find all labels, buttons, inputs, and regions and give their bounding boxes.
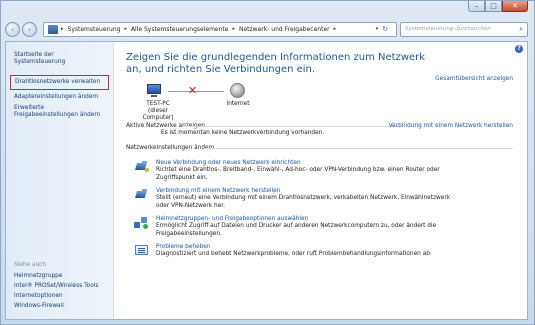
page-title: Zeigen Sie die grundlegenden Information… <box>126 52 426 75</box>
homegroup-sharing-link[interactable]: Heimnetzgruppen- und Freigabeoptionen au… <box>156 215 517 223</box>
connect-network-link[interactable]: Verbindung mit einem Netzwerk herstellen <box>389 123 513 129</box>
main-panel: ? Zeigen Sie die grundlegenden Informati… <box>114 42 527 319</box>
search-placeholder: Systemsteuerung durchsuchen <box>405 26 491 32</box>
computer-icon <box>146 84 164 98</box>
breadcrumb-separator-icon[interactable]: ▸ <box>124 26 127 32</box>
minimize-button[interactable]: – <box>468 1 485 12</box>
task-item: Heimnetzgruppen- und Freigabeoptionen au… <box>126 215 517 239</box>
divider <box>204 148 513 149</box>
breadcrumb-network-center[interactable]: Netzwerk- und Freigabecenter <box>239 26 330 33</box>
help-icon[interactable]: ? <box>515 45 523 53</box>
see-also-section: Siehe auch Heimnetzgruppe Intel® PROSet/… <box>6 260 113 311</box>
troubleshoot-link[interactable]: Probleme beheben <box>156 243 517 251</box>
see-also-proset[interactable]: Intel® PROSet/Wireless Tools <box>6 281 113 291</box>
task-description: Ermöglicht Zugriff auf Dateien und Druck… <box>156 223 437 237</box>
breadcrumb-separator-icon[interactable]: ▸ <box>232 26 235 32</box>
task-item: Neue Verbindung oder neues Netzwerk einr… <box>126 159 517 183</box>
disconnected-icon: ✕ <box>188 84 198 97</box>
navigation-bar: ‹ › ▸ Systemsteuerung ▸ Alle Systemsteue… <box>5 19 528 39</box>
new-connection-link[interactable]: Neue Verbindung oder neues Netzwerk einr… <box>156 159 517 167</box>
sidebar-item-adapter-settings[interactable]: Adaptereinstellungen ändern <box>6 92 113 103</box>
settings-section-label: Netzwerkeinstellungen ändern <box>126 145 215 151</box>
computer-label: TEST-PC (dieser Computer) <box>134 101 182 122</box>
task-item: Verbindung mit einem Netzwerk herstellen… <box>126 187 517 211</box>
control-panel-icon <box>48 24 58 34</box>
close-button[interactable]: ✕ <box>502 1 528 12</box>
computer-name: TEST-PC <box>146 101 170 107</box>
breadcrumb-all-items[interactable]: Alle Systemsteuerungselemente <box>131 26 229 33</box>
sidebar-item-home[interactable]: Startseite der Systemsteuerung <box>6 50 113 68</box>
task-description: Richtet eine Drahtlos-, Breitband-, Einw… <box>156 167 440 181</box>
see-also-homegroup[interactable]: Heimnetzgruppe <box>6 271 113 281</box>
task-item: Probleme beheben Diagnostiziert und behe… <box>126 243 517 267</box>
breadcrumb-systemsteuerung[interactable]: Systemsteuerung <box>68 26 121 33</box>
see-also-heading: Siehe auch <box>14 262 47 268</box>
sidebar-item-advanced-sharing[interactable]: Erweiterte Freigabeeinstellungen ändern <box>6 103 113 121</box>
task-description: Diagnostiziert und behebt Netzwerkproble… <box>156 251 432 257</box>
settings-section-header: Netzwerkeinstellungen ändern <box>126 145 517 155</box>
chevron-down-icon[interactable]: ▾ <box>376 26 379 32</box>
see-also-firewall[interactable]: Windows-Firewall <box>6 301 113 311</box>
forward-button[interactable]: › <box>22 21 37 37</box>
maximize-button[interactable]: □ <box>485 1 502 12</box>
window-controls: – □ ✕ <box>468 1 528 12</box>
homegroup-sharing-icon[interactable] <box>134 216 150 230</box>
content-area: Startseite der Systemsteuerung Drahtlosn… <box>5 41 528 320</box>
connect-to-network-link[interactable]: Verbindung mit einem Netzwerk herstellen <box>156 187 517 195</box>
internet-globe-icon <box>230 83 245 98</box>
breadcrumb-separator-icon[interactable]: ▸ <box>334 26 337 32</box>
connect-network-icon[interactable] <box>134 188 150 202</box>
breadcrumb-separator-icon[interactable]: ▸ <box>61 26 64 32</box>
active-networks-section: Aktive Netzwerke anzeigen Verbindung mit… <box>126 123 517 139</box>
search-input[interactable]: Systemsteuerung durchsuchen ⌕ <box>400 21 528 37</box>
sidebar: Startseite der Systemsteuerung Drahtlosn… <box>6 42 114 319</box>
back-button[interactable]: ‹ <box>5 21 20 37</box>
see-also-internet-options[interactable]: Internetoptionen <box>6 291 113 301</box>
troubleshoot-icon[interactable] <box>134 244 150 258</box>
task-description: Stellt (erneut) eine Verbindung mit eine… <box>156 195 451 209</box>
address-bar[interactable]: ▸ Systemsteuerung ▸ Alle Systemsteuerung… <box>43 21 397 37</box>
new-connection-icon[interactable] <box>134 160 150 174</box>
explorer-window: – □ ✕ ‹ › ▸ Systemsteuerung ▸ Alle Syste… <box>0 0 535 325</box>
network-map: ✕ TEST-PC (dieser Computer) Internet <box>126 82 517 122</box>
computer-subtitle: (dieser Computer) <box>142 108 174 121</box>
no-connection-message: Es ist momentan keine Netzwerkverbindung… <box>161 130 325 136</box>
sidebar-item-manage-wireless[interactable]: Drahtlosnetzwerke verwalten <box>10 75 109 90</box>
internet-label: Internet <box>226 101 250 107</box>
refresh-icon[interactable]: ↻ <box>382 25 388 33</box>
divider <box>184 126 402 127</box>
search-icon[interactable]: ⌕ <box>519 25 523 34</box>
